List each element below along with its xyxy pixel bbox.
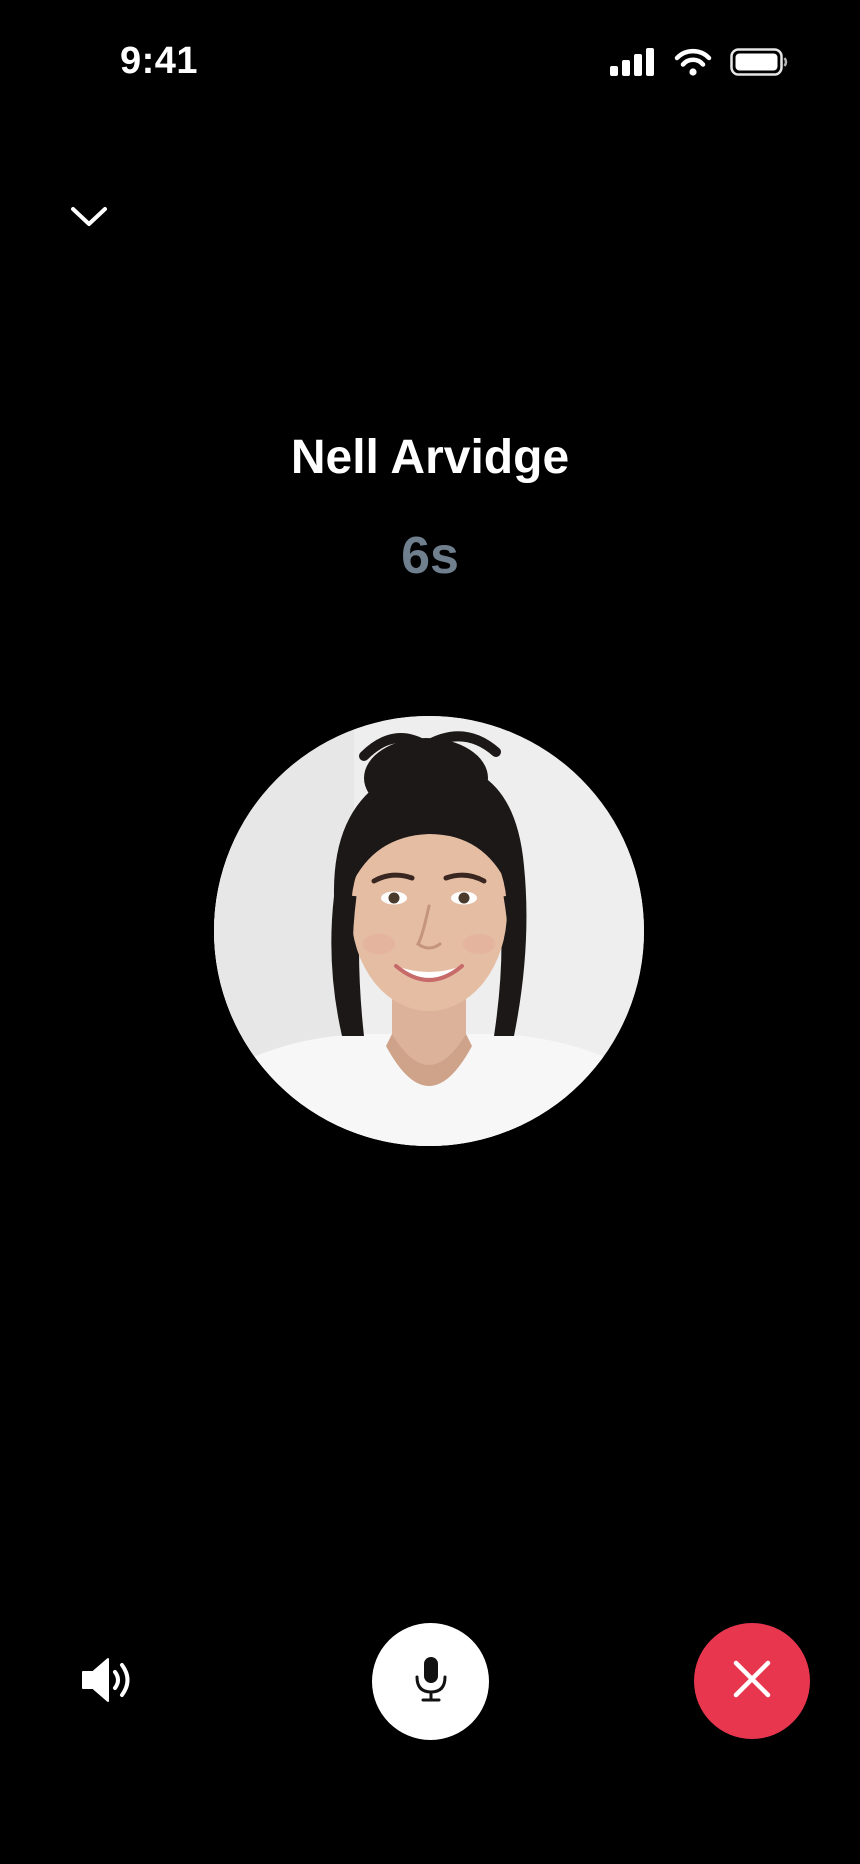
battery-icon [730,48,788,76]
wifi-icon [674,48,712,76]
chevron-down-icon [70,206,108,233]
status-icons [610,48,788,76]
speaker-button[interactable] [78,1656,140,1708]
call-duration: 6s [401,527,459,585]
status-bar: 9:41 [0,0,860,130]
caller-name: Nell Arvidge [290,431,570,484]
caller-avatar [214,716,644,1146]
status-time: 9:41 [120,40,199,82]
speaker-icon [81,1656,137,1709]
mute-button[interactable] [372,1623,489,1740]
end-call-button[interactable] [694,1623,810,1739]
cellular-signal-icon [610,48,656,76]
collapse-button[interactable] [64,198,114,240]
close-icon [732,1659,772,1704]
microphone-icon [413,1655,449,1708]
